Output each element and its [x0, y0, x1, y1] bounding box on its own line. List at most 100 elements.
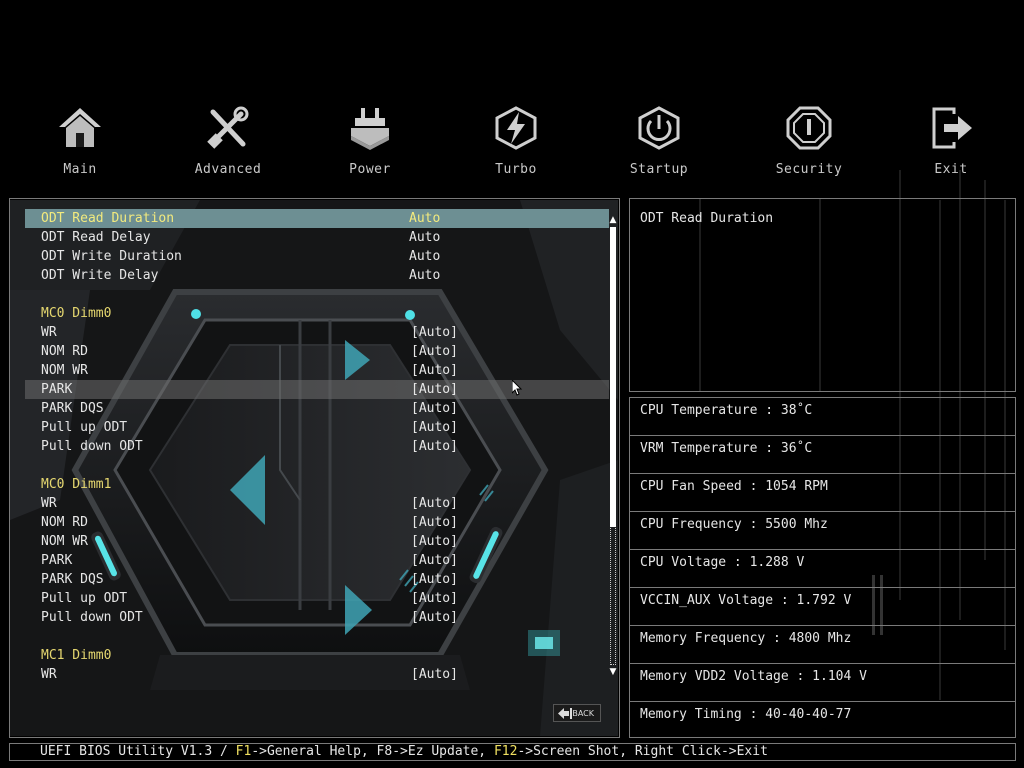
tab-main[interactable]: Main	[25, 98, 135, 188]
setting-value: [Auto]	[411, 325, 458, 340]
setting-value: [Auto]	[411, 591, 458, 606]
setting-mc0-dimm1-pull-down-odt[interactable]: Pull down ODT [Auto]	[25, 608, 609, 627]
setting-label: PARK	[41, 553, 73, 568]
setting-value: Auto	[409, 268, 441, 283]
setting-mc0-dimm0-pull-down-odt[interactable]: Pull down ODT [Auto]	[25, 437, 609, 456]
setting-label: PARK DQS	[41, 401, 104, 416]
setting-odt-read-duration[interactable]: ODT Read Duration Auto	[25, 209, 609, 228]
section-title: MC1 Dimm0	[41, 648, 112, 663]
footer-key-f12: F12	[493, 744, 518, 759]
hw-readout: Memory Frequency : 4800 Mhz	[640, 631, 852, 646]
setting-mc0-dimm1-park-dqs[interactable]: PARK DQS [Auto]	[25, 570, 609, 589]
setting-mc0-dimm0-pull-up-odt[interactable]: Pull up ODT [Auto]	[25, 418, 609, 437]
setting-label: WR	[41, 496, 57, 511]
setting-label: PARK DQS	[41, 572, 104, 587]
tab-security[interactable]: Security	[754, 98, 864, 188]
hw-cpu-fan-speed: CPU Fan Speed : 1054 RPM	[630, 474, 1015, 512]
tab-security-label: Security	[775, 162, 843, 177]
setting-odt-write-duration[interactable]: ODT Write Duration Auto	[25, 247, 609, 266]
tab-startup-label: Startup	[629, 162, 689, 177]
setting-label: ODT Read Delay	[41, 230, 151, 245]
hw-vrm-temperature: VRM Temperature : 36˚C	[630, 436, 1015, 474]
hw-readout: VCCIN_AUX Voltage : 1.792 V	[640, 593, 852, 608]
setting-mc0-dimm1-nom-wr[interactable]: NOM WR [Auto]	[25, 532, 609, 551]
shield-icon	[786, 106, 832, 150]
hw-memory-frequency: Memory Frequency : 4800 Mhz	[630, 626, 1015, 664]
section-title: MC0 Dimm1	[41, 477, 112, 492]
tab-main-label: Main	[63, 162, 97, 177]
setting-label: WR	[41, 325, 57, 340]
setting-value: Auto	[409, 211, 441, 226]
exit-icon	[932, 107, 972, 149]
setting-mc0-dimm0-wr[interactable]: WR [Auto]	[25, 323, 609, 342]
setting-value: [Auto]	[411, 610, 458, 625]
setting-mc0-dimm1-pull-up-odt[interactable]: Pull up ODT [Auto]	[25, 589, 609, 608]
tab-startup[interactable]: Startup	[604, 98, 714, 188]
setting-label: Pull up ODT	[41, 420, 128, 435]
bios-screen: Main Advanced Power Turbo Startup Securi…	[0, 0, 1024, 768]
section-title: MC0 Dimm0	[41, 306, 112, 321]
setting-value: [Auto]	[411, 515, 458, 530]
hw-cpu-voltage: CPU Voltage : 1.288 V	[630, 550, 1015, 588]
tab-exit[interactable]: Exit	[896, 98, 1006, 188]
tab-turbo-label: Turbo	[495, 162, 537, 177]
setting-mc0-dimm0-nom-rd[interactable]: NOM RD [Auto]	[25, 342, 609, 361]
back-button[interactable]: BACK	[553, 704, 601, 722]
setting-value: [Auto]	[411, 553, 458, 568]
section-mc0-dimm1: MC0 Dimm1	[25, 475, 609, 494]
setting-value: [Auto]	[411, 496, 458, 511]
setting-value: [Auto]	[411, 401, 458, 416]
scroll-up-arrow-icon[interactable]: ▲	[608, 215, 618, 225]
setting-label: Pull down ODT	[41, 610, 143, 625]
setting-mc0-dimm1-wr[interactable]: WR [Auto]	[25, 494, 609, 513]
tab-exit-label: Exit	[934, 162, 968, 177]
scroll-thumb[interactable]	[610, 227, 616, 527]
setting-mc0-dimm0-nom-wr[interactable]: NOM WR [Auto]	[25, 361, 609, 380]
setting-label: NOM RD	[41, 515, 88, 530]
setting-mc0-dimm0-park-dqs[interactable]: PARK DQS [Auto]	[25, 399, 609, 418]
setting-mc0-dimm1-park[interactable]: PARK [Auto]	[25, 551, 609, 570]
setting-odt-read-delay[interactable]: ODT Read Delay Auto	[25, 228, 609, 247]
scroll-down-arrow-icon[interactable]: ▼	[608, 667, 618, 677]
footer-key-f1: F1	[235, 744, 252, 759]
help-panel: ODT Read Duration	[629, 198, 1016, 392]
setting-label: NOM WR	[41, 363, 88, 378]
setting-value: [Auto]	[411, 439, 458, 454]
section-mc1-dimm0: MC1 Dimm0	[25, 646, 609, 665]
settings-list: ODT Read Duration Auto ODT Read Delay Au…	[25, 209, 609, 689]
hardware-monitor-panel: CPU Temperature : 38˚C VRM Temperature :…	[629, 397, 1016, 738]
hw-readout: VRM Temperature : 36˚C	[640, 441, 813, 456]
section-mc0-dimm0: MC0 Dimm0	[25, 304, 609, 323]
back-arrow-icon	[558, 708, 572, 719]
setting-label: Pull up ODT	[41, 591, 128, 606]
setting-value: [Auto]	[411, 344, 458, 359]
hw-readout: Memory Timing : 40-40-40-77	[640, 707, 852, 722]
mouse-cursor-icon	[512, 380, 523, 396]
footer-text-1: ->General Help, F8->Ez Update,	[251, 744, 494, 759]
chip-icon	[351, 108, 389, 150]
tab-turbo[interactable]: Turbo	[461, 98, 571, 188]
hw-memory-vdd2-voltage: Memory VDD2 Voltage : 1.104 V	[630, 664, 1015, 702]
settings-scrollbar[interactable]: ▲ ▼	[608, 215, 618, 685]
setting-mc1-dimm0-wr[interactable]: WR [Auto]	[25, 665, 609, 684]
setting-label: Pull down ODT	[41, 439, 143, 454]
setting-value: Auto	[409, 249, 441, 264]
setting-mc0-dimm1-nom-rd[interactable]: NOM RD [Auto]	[25, 513, 609, 532]
setting-value: Auto	[409, 230, 441, 245]
hw-memory-timing: Memory Timing : 40-40-40-77	[630, 702, 1015, 740]
setting-odt-write-delay[interactable]: ODT Write Delay Auto	[25, 266, 609, 285]
setting-label: ODT Write Delay	[41, 268, 159, 283]
hw-readout: Memory VDD2 Voltage : 1.104 V	[640, 669, 867, 684]
tab-power-label: Power	[349, 162, 391, 177]
setting-label: WR	[41, 667, 57, 682]
footer-help-bar: UEFI BIOS Utility V1.3 / F1->General Hel…	[9, 743, 1016, 761]
hw-readout: CPU Voltage : 1.288 V	[640, 555, 805, 570]
tab-advanced[interactable]: Advanced	[173, 98, 283, 188]
tab-advanced-label: Advanced	[194, 162, 262, 177]
hw-cpu-temperature: CPU Temperature : 38˚C	[630, 398, 1015, 436]
tab-power[interactable]: Power	[315, 98, 425, 188]
setting-label: NOM WR	[41, 534, 88, 549]
hw-readout: CPU Frequency : 5500 Mhz	[640, 517, 828, 532]
back-button-label: BACK	[572, 709, 594, 718]
hw-cpu-frequency: CPU Frequency : 5500 Mhz	[630, 512, 1015, 550]
